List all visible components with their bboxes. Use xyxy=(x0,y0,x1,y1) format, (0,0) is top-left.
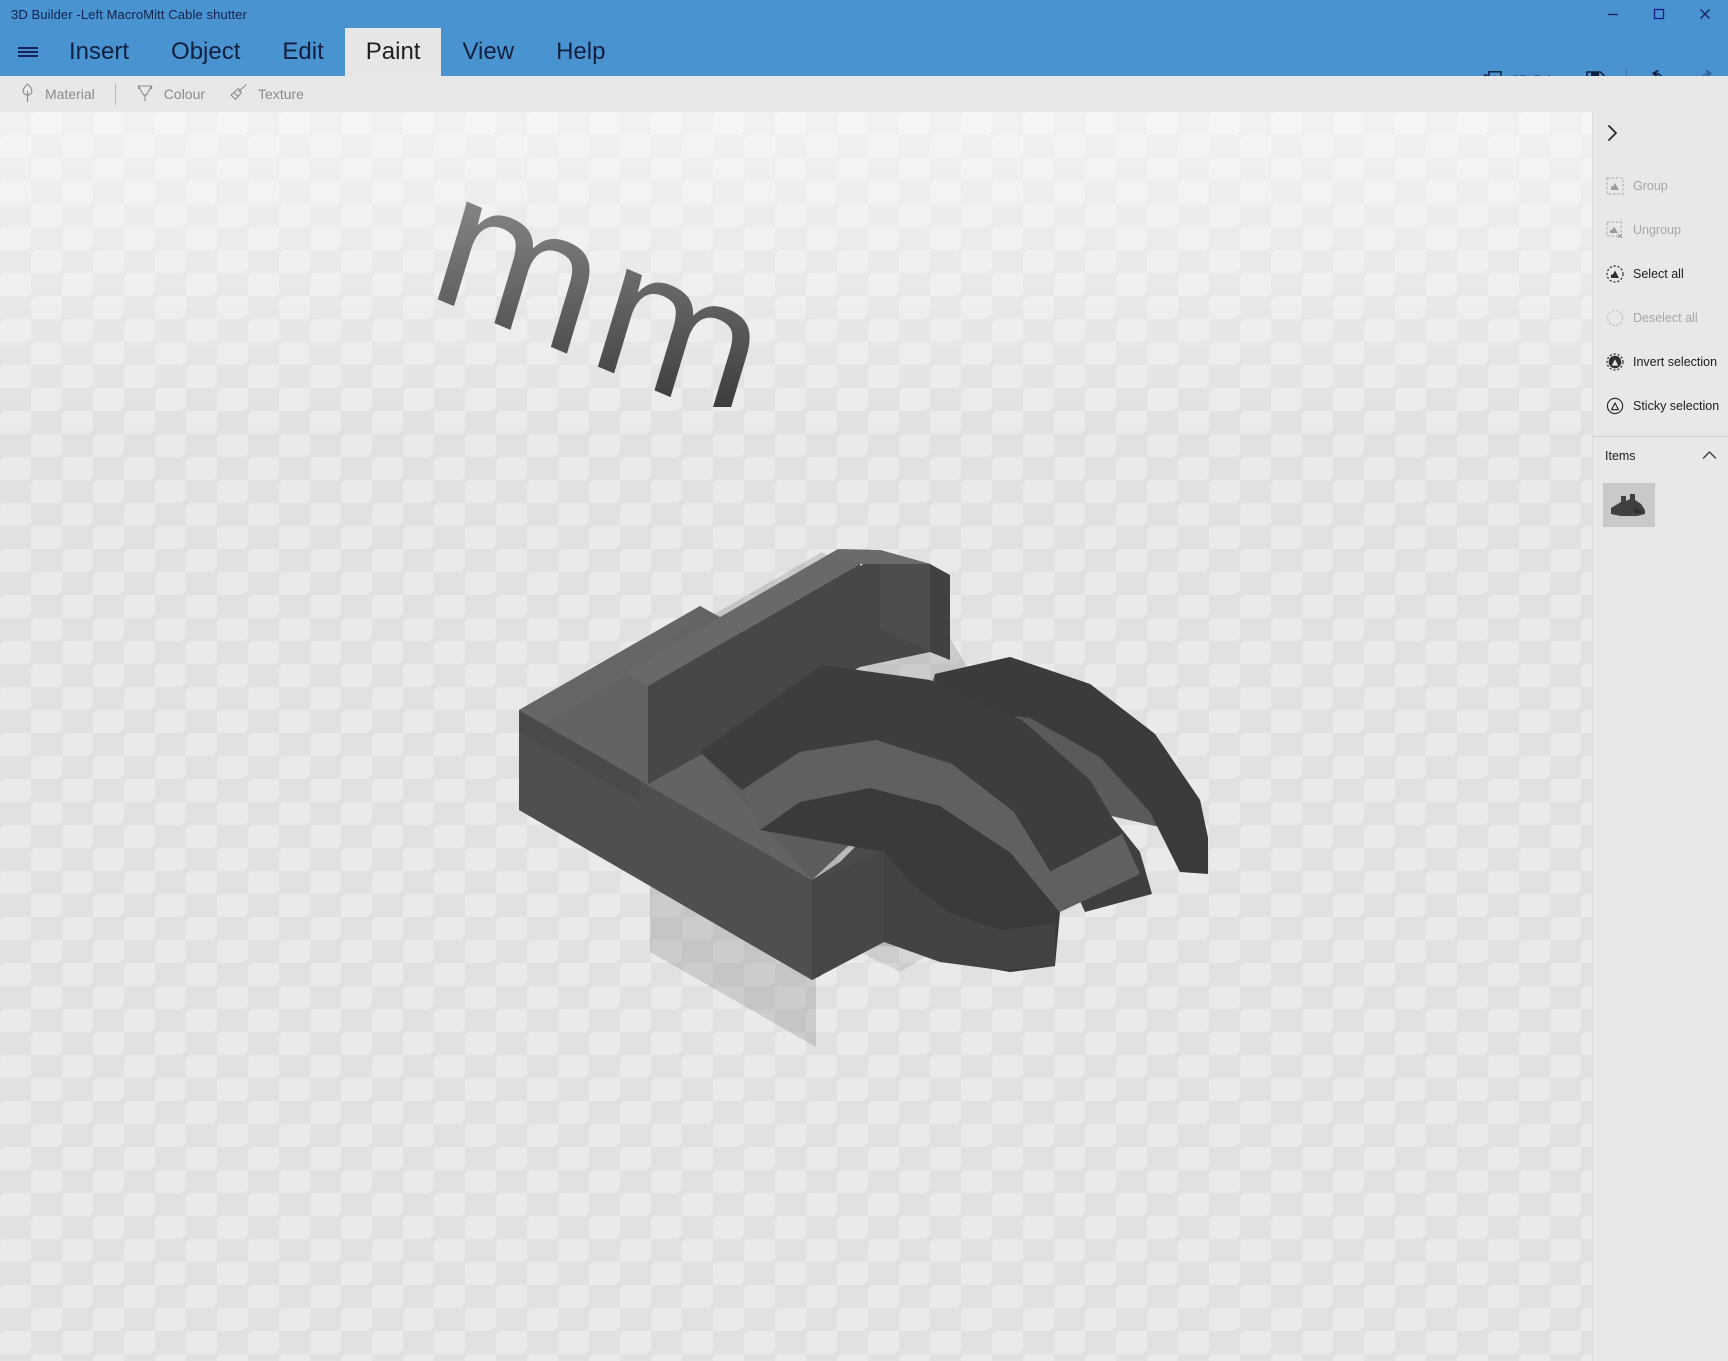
panel-expand-button[interactable] xyxy=(1593,112,1728,158)
tab-view[interactable]: View xyxy=(441,28,535,76)
model-3d-cable-shutter[interactable] xyxy=(0,112,1592,1361)
texture-brush-icon xyxy=(229,83,248,106)
title-bar: 3D Builder -Left MacroMitt Cable shutter xyxy=(0,0,1728,28)
menu-bar: Insert Object Edit Paint View Help 3D Pr… xyxy=(0,28,1728,91)
panel-action-ungroup-label: Ungroup xyxy=(1633,223,1681,237)
panel-action-select-all[interactable]: Select all xyxy=(1593,252,1728,296)
tab-edit[interactable]: Edit xyxy=(261,28,344,76)
items-section-header[interactable]: Items xyxy=(1593,437,1728,475)
panel-action-sticky-selection-label: Sticky selection xyxy=(1633,399,1720,413)
panel-action-deselect-all-label: Deselect all xyxy=(1633,311,1698,325)
app-window: 3D Builder -Left MacroMitt Cable shutter… xyxy=(0,0,1728,1361)
material-label: Material xyxy=(45,86,95,102)
panel-actions: Group Ungroup Select all Deselect all In… xyxy=(1593,158,1728,428)
panel-action-group[interactable]: Group xyxy=(1593,164,1728,208)
panel-action-invert-selection[interactable]: Invert selection xyxy=(1593,340,1728,384)
invert-selection-icon xyxy=(1605,353,1624,372)
panel-action-group-label: Group xyxy=(1633,179,1668,193)
select-all-icon xyxy=(1605,265,1624,284)
colour-button[interactable]: Colour xyxy=(124,76,217,112)
panel-action-select-all-label: Select all xyxy=(1633,267,1684,281)
tab-paint[interactable]: Paint xyxy=(344,28,442,76)
items-thumbnail-list xyxy=(1593,475,1728,527)
items-title: Items xyxy=(1605,449,1636,463)
colour-label: Colour xyxy=(163,86,206,102)
subtoolbar-divider xyxy=(114,83,116,105)
tab-insert[interactable]: Insert xyxy=(48,28,150,76)
tab-help[interactable]: Help xyxy=(535,28,626,76)
maximize-button[interactable] xyxy=(1636,0,1682,28)
menu-tabs: Insert Object Edit Paint View Help xyxy=(48,28,626,76)
texture-button[interactable]: Texture xyxy=(217,76,316,112)
window-controls xyxy=(1590,0,1728,28)
colour-bucket-icon xyxy=(136,83,154,106)
close-button[interactable] xyxy=(1682,0,1728,28)
sticky-selection-icon xyxy=(1605,397,1624,416)
deselect-all-icon xyxy=(1605,309,1624,328)
chevron-right-icon xyxy=(1605,124,1621,147)
panel-action-sticky-selection[interactable]: Sticky selection xyxy=(1593,384,1728,428)
tab-object[interactable]: Object xyxy=(150,28,261,76)
panel-action-invert-selection-label: Invert selection xyxy=(1633,355,1718,369)
material-button[interactable]: Material xyxy=(8,76,107,112)
texture-label: Texture xyxy=(258,86,304,102)
minimize-button[interactable] xyxy=(1590,0,1636,28)
selection-panel: Group Ungroup Select all Deselect all In… xyxy=(1592,112,1728,1361)
group-icon xyxy=(1605,177,1624,196)
window-title: 3D Builder -Left MacroMitt Cable shutter xyxy=(11,7,247,22)
panel-action-ungroup[interactable]: Ungroup xyxy=(1593,208,1728,252)
material-icon xyxy=(20,82,35,106)
paint-subtoolbar: Material Colour Texture xyxy=(0,76,1728,112)
ungroup-icon xyxy=(1605,221,1624,240)
item-thumbnail[interactable] xyxy=(1603,483,1655,527)
chevron-up-icon[interactable] xyxy=(1702,449,1717,463)
hamburger-menu-icon[interactable] xyxy=(6,28,50,76)
build-plate-canvas[interactable]: mm xyxy=(0,112,1592,1361)
panel-action-deselect-all[interactable]: Deselect all xyxy=(1593,296,1728,340)
